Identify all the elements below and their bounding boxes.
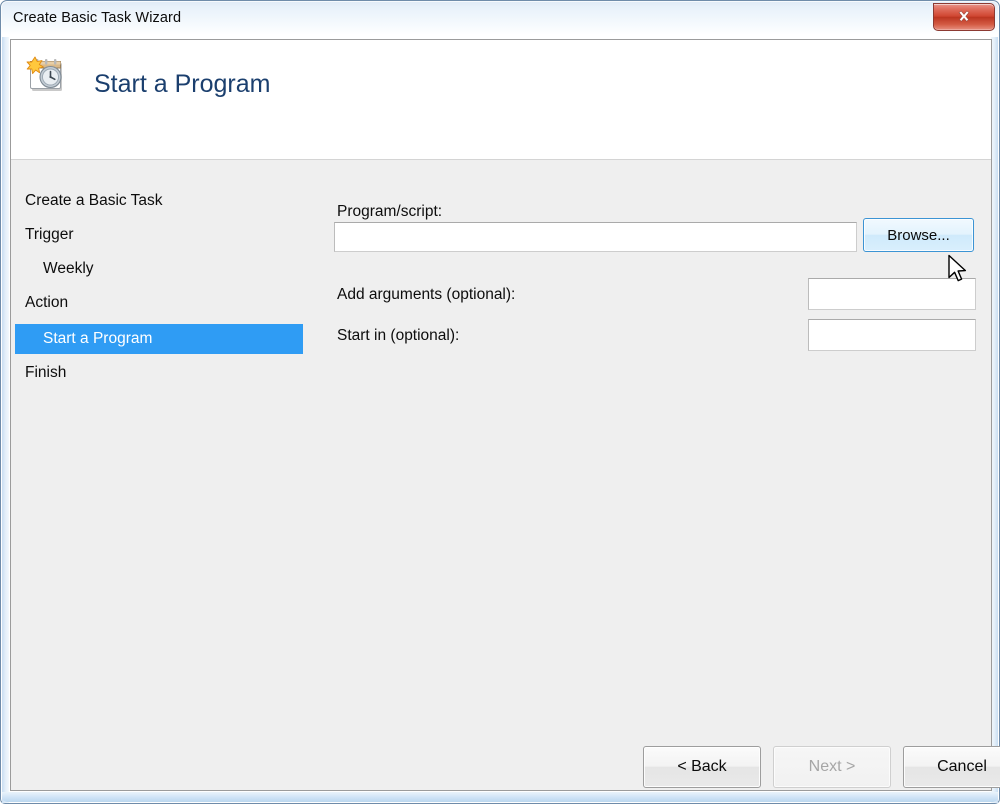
- close-button[interactable]: [933, 3, 995, 31]
- cancel-button[interactable]: Cancel: [903, 746, 1000, 788]
- program-script-label: Program/script:: [337, 203, 443, 220]
- program-script-input[interactable]: [334, 222, 857, 252]
- close-icon: [956, 10, 972, 24]
- browse-button[interactable]: Browse...: [863, 218, 974, 252]
- start-in-input[interactable]: [808, 319, 976, 351]
- nav-item-create-a-basic-task[interactable]: Create a Basic Task: [15, 186, 303, 216]
- nav-item-label: Finish: [25, 364, 67, 381]
- nav-item-label: Action: [25, 294, 69, 311]
- task-scheduler-calendar-clock-icon: [25, 54, 69, 98]
- nav-item-label: Weekly: [43, 260, 94, 277]
- nav-item-weekly[interactable]: Weekly: [15, 254, 303, 284]
- window-frame-right: [991, 37, 998, 803]
- wizard-steps-nav: Create a Basic Task Trigger Weekly Actio…: [11, 160, 311, 790]
- back-button-label: < Back: [677, 758, 727, 775]
- nav-item-label: Create a Basic Task: [25, 192, 163, 209]
- wizard-header: Start a Program: [11, 40, 991, 160]
- action-form: Program/script: Browse... Add arguments …: [311, 160, 991, 790]
- client-area: Start a Program Create a Basic Task Trig…: [10, 39, 1000, 791]
- wizard-body: Create a Basic Task Trigger Weekly Actio…: [11, 160, 991, 790]
- add-arguments-label: Add arguments (optional):: [337, 286, 516, 303]
- add-arguments-input[interactable]: [808, 278, 976, 310]
- browse-button-label: Browse...: [887, 226, 950, 244]
- nav-item-label: Trigger: [25, 226, 74, 243]
- window-frame-left: [2, 37, 9, 803]
- nav-item-start-a-program[interactable]: Start a Program: [15, 324, 303, 354]
- nav-item-finish[interactable]: Finish: [15, 358, 303, 388]
- next-button-label: Next >: [808, 758, 856, 775]
- cancel-button-label: Cancel: [937, 758, 987, 775]
- window-frame-bottom: [2, 792, 998, 802]
- next-button: Next >: [773, 746, 891, 788]
- start-in-label: Start in (optional):: [337, 327, 460, 344]
- nav-item-label: Start a Program: [43, 330, 153, 347]
- page-title: Start a Program: [94, 70, 271, 98]
- wizard-window: Create Basic Task Wizard Start a Program…: [0, 0, 1000, 804]
- title-bar[interactable]: Create Basic Task Wizard: [1, 1, 1000, 37]
- nav-item-trigger[interactable]: Trigger: [15, 220, 303, 250]
- window-title: Create Basic Task Wizard: [13, 10, 182, 26]
- back-button[interactable]: < Back: [643, 746, 761, 788]
- nav-item-action[interactable]: Action: [15, 288, 303, 318]
